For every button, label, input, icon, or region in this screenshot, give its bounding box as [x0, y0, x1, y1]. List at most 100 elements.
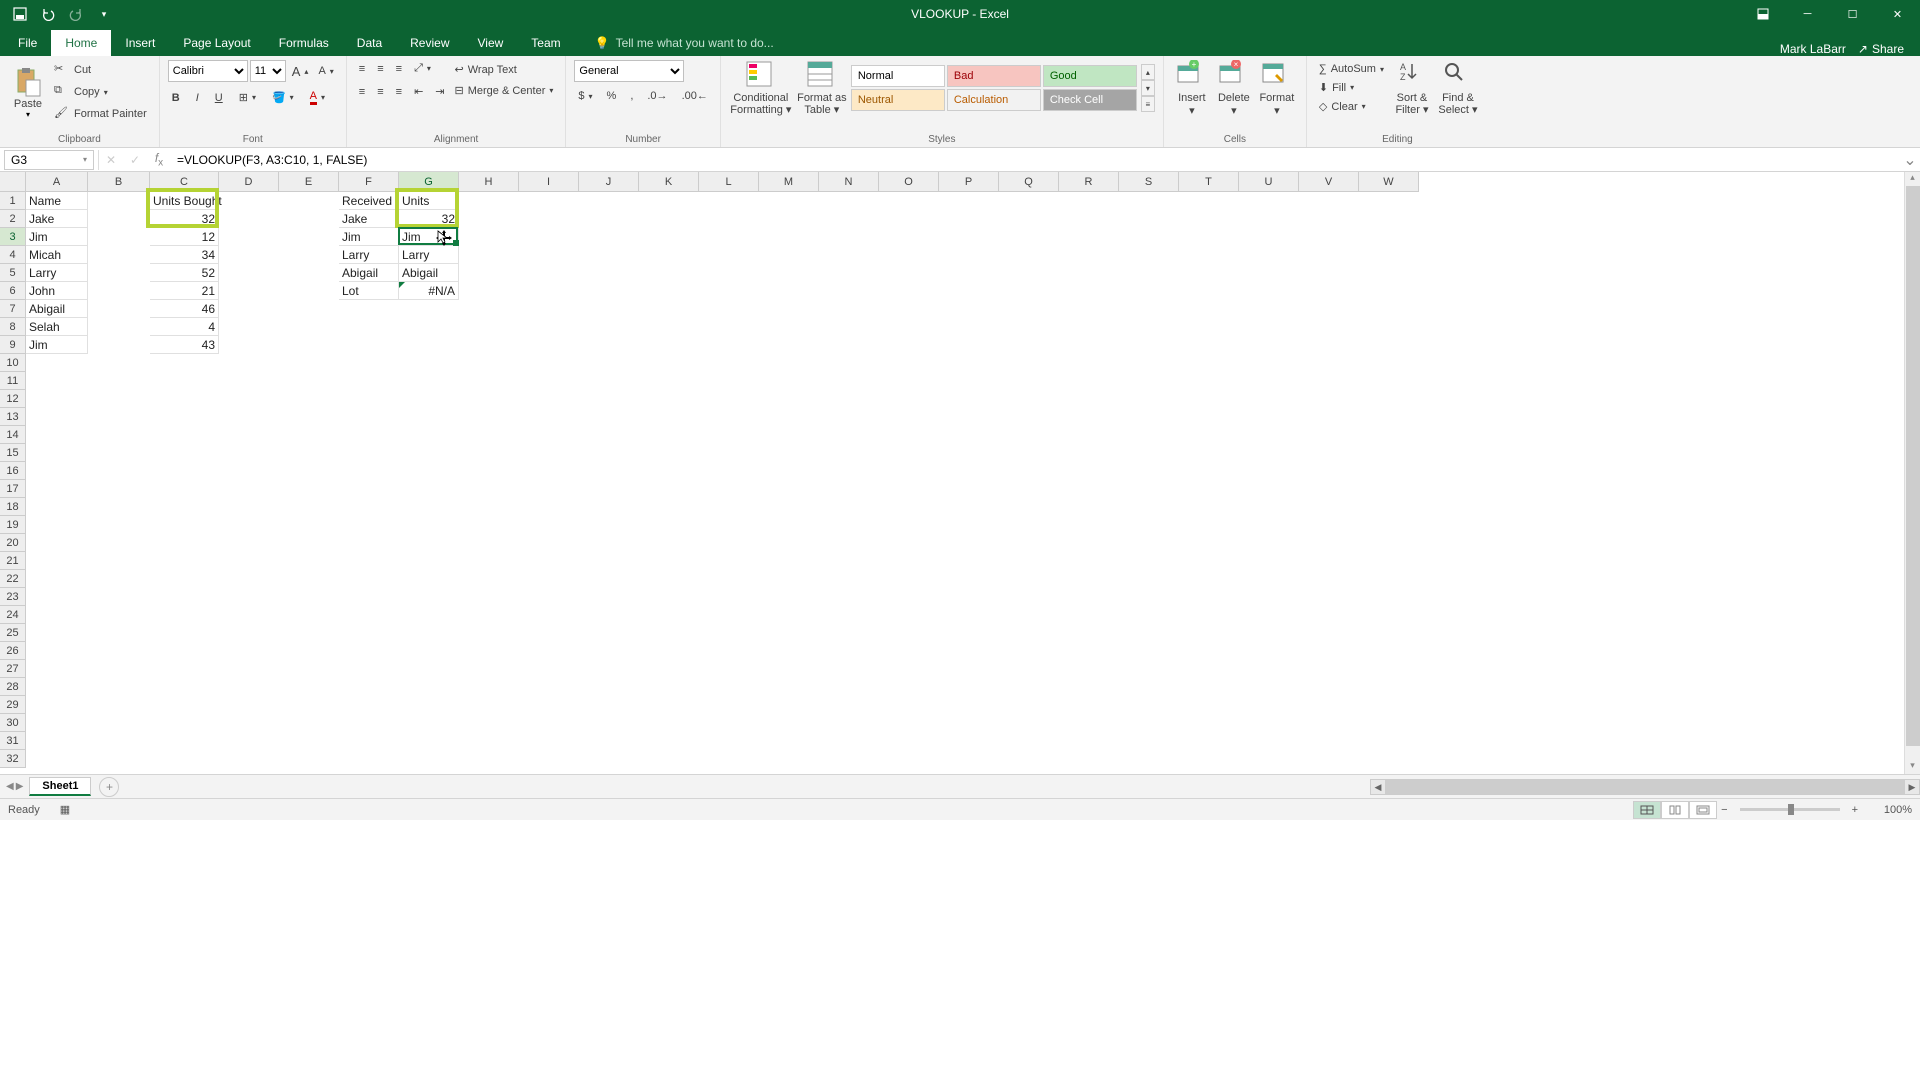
horizontal-scrollbar[interactable]: ◀ ▶ [1370, 779, 1920, 795]
column-header[interactable]: U [1239, 172, 1299, 192]
cell[interactable]: Jake [26, 210, 88, 228]
cell[interactable]: 34 [150, 246, 219, 264]
maximize-icon[interactable]: ☐ [1830, 0, 1875, 28]
add-sheet-button[interactable]: + [99, 777, 119, 797]
sheet-tab-active[interactable]: Sheet1 [29, 777, 91, 796]
column-header[interactable]: G [399, 172, 459, 192]
row-header[interactable]: 27 [0, 660, 26, 678]
row-header[interactable]: 21 [0, 552, 26, 570]
fill-button[interactable]: ⬇Fill▾ [1315, 79, 1388, 96]
macro-record-icon[interactable]: ▦ [60, 803, 70, 816]
cell[interactable]: 32 [399, 210, 459, 228]
page-break-view-button[interactable] [1689, 801, 1717, 819]
insert-cells-button[interactable]: +Insert▾ [1172, 60, 1212, 117]
qat-customize-icon[interactable]: ▾ [92, 2, 116, 26]
decrease-decimal-button[interactable]: .00← [678, 88, 712, 104]
font-name-select[interactable]: Calibri [168, 60, 248, 82]
column-header[interactable]: T [1179, 172, 1239, 192]
copy-button[interactable]: ⧉Copy▾ [50, 82, 151, 102]
column-header[interactable]: I [519, 172, 579, 192]
find-select-button[interactable]: Find & Select ▾ [1436, 60, 1480, 116]
cell[interactable]: 4 [150, 318, 219, 336]
font-size-select[interactable]: 11 [250, 60, 286, 82]
column-header[interactable]: F [339, 172, 399, 192]
row-header[interactable]: 2 [0, 210, 26, 228]
style-bad[interactable]: Bad [947, 65, 1041, 87]
clear-button[interactable]: ◇Clear▾ [1315, 98, 1388, 115]
zoom-slider[interactable] [1740, 808, 1840, 811]
cell[interactable]: 52 [150, 264, 219, 282]
row-header[interactable]: 3 [0, 228, 26, 246]
row-header[interactable]: 4 [0, 246, 26, 264]
column-header[interactable]: B [88, 172, 150, 192]
column-header[interactable]: K [639, 172, 699, 192]
normal-view-button[interactable] [1633, 801, 1661, 819]
cell[interactable]: 46 [150, 300, 219, 318]
row-header[interactable]: 15 [0, 444, 26, 462]
row-header[interactable]: 20 [0, 534, 26, 552]
close-icon[interactable]: ✕ [1875, 0, 1920, 28]
wrap-text-button[interactable]: ↩Wrap Text [451, 61, 558, 78]
tab-team[interactable]: Team [517, 30, 574, 56]
style-calculation[interactable]: Calculation [947, 89, 1041, 111]
cell[interactable]: Micah [26, 246, 88, 264]
orientation-button[interactable]: ⤢▾ [410, 60, 435, 77]
row-header[interactable]: 11 [0, 372, 26, 390]
redo-icon[interactable] [64, 2, 88, 26]
user-name[interactable]: Mark LaBarr [1780, 42, 1846, 56]
styles-scroll-up[interactable]: ▴ [1141, 64, 1155, 80]
cell[interactable]: Units Bought [150, 192, 219, 210]
delete-cells-button[interactable]: ×Delete▾ [1214, 60, 1254, 117]
column-header[interactable]: D [219, 172, 279, 192]
column-header[interactable]: P [939, 172, 999, 192]
share-button[interactable]: ↗Share [1858, 42, 1904, 56]
bold-button[interactable]: B [168, 90, 184, 106]
column-header[interactable]: J [579, 172, 639, 192]
row-header[interactable]: 19 [0, 516, 26, 534]
sheet-nav-next[interactable]: ▶ [16, 781, 24, 792]
increase-indent-button[interactable]: ⇥ [431, 83, 448, 100]
column-header[interactable]: Q [999, 172, 1059, 192]
cell[interactable]: #N/A [399, 282, 459, 300]
column-header[interactable]: E [279, 172, 339, 192]
row-header[interactable]: 1 [0, 192, 26, 210]
tell-me-search[interactable]: 💡 Tell me what you want to do... [595, 30, 774, 56]
cell[interactable]: 43 [150, 336, 219, 354]
undo-icon[interactable] [36, 2, 60, 26]
tab-formulas[interactable]: Formulas [265, 30, 343, 56]
tab-file[interactable]: File [4, 30, 51, 56]
merge-center-button[interactable]: ⊟Merge & Center▾ [451, 82, 558, 99]
number-format-select[interactable]: General [574, 60, 684, 82]
cell[interactable]: Jim [26, 336, 88, 354]
cell[interactable]: John [26, 282, 88, 300]
row-header[interactable]: 14 [0, 426, 26, 444]
row-header[interactable]: 26 [0, 642, 26, 660]
style-good[interactable]: Good [1043, 65, 1137, 87]
grow-font-button[interactable]: A▴ [288, 62, 313, 81]
cell[interactable]: 12 [150, 228, 219, 246]
ribbon-options-icon[interactable] [1740, 0, 1785, 28]
cancel-formula-button[interactable]: ✕ [99, 153, 123, 167]
cell[interactable]: Selah [26, 318, 88, 336]
insert-function-button[interactable]: fx [147, 151, 171, 168]
cell[interactable]: Abigail [26, 300, 88, 318]
row-header[interactable]: 18 [0, 498, 26, 516]
column-header[interactable]: V [1299, 172, 1359, 192]
row-header[interactable]: 29 [0, 696, 26, 714]
expand-formula-bar[interactable]: ⌄ [1900, 150, 1920, 170]
font-color-button[interactable]: A▾ [306, 88, 329, 107]
error-indicator-icon[interactable] [399, 282, 405, 288]
select-all-corner[interactable] [0, 172, 26, 192]
row-header[interactable]: 8 [0, 318, 26, 336]
row-header[interactable]: 12 [0, 390, 26, 408]
cut-button[interactable]: ✂Cut [50, 60, 151, 80]
column-header[interactable]: M [759, 172, 819, 192]
minimize-icon[interactable]: ─ [1785, 0, 1830, 28]
style-normal[interactable]: Normal [851, 65, 945, 87]
row-header[interactable]: 31 [0, 732, 26, 750]
page-layout-view-button[interactable] [1661, 801, 1689, 819]
column-header[interactable]: A [26, 172, 88, 192]
vertical-scrollbar[interactable]: ▴ ▾ [1904, 172, 1920, 774]
row-header[interactable]: 7 [0, 300, 26, 318]
fill-color-button[interactable]: 🪣▾ [268, 89, 298, 106]
